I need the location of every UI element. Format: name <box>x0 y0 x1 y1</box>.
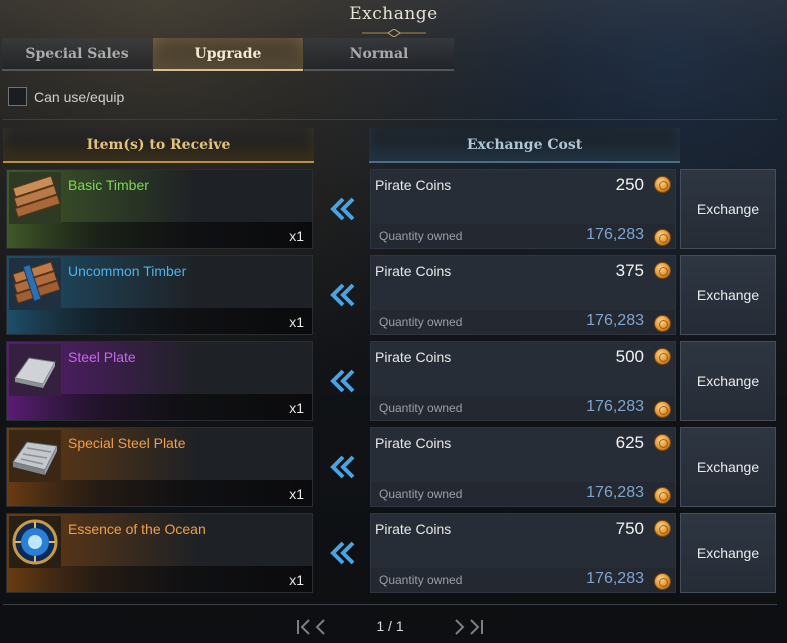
special-steel-plate-icon <box>9 430 61 482</box>
pirate-coin-icon <box>654 487 671 504</box>
reward-item-card[interactable]: Special Steel Plate x1 <box>6 427 313 507</box>
reward-item-card[interactable]: Steel Plate x1 <box>6 341 313 421</box>
page-indicator: 1 / 1 <box>376 618 404 634</box>
double-chevron-left-icon <box>325 193 357 225</box>
quantity-owned-value: 176,283 <box>586 398 644 415</box>
cost-card: Pirate Coins 500 Quantity owned 176,283 <box>370 341 676 421</box>
essence-of-ocean-icon <box>9 516 61 568</box>
exchange-window: Exchange Special Sales Upgrade Normal Ca… <box>0 0 787 643</box>
item-footer <box>7 394 312 420</box>
divider <box>3 119 777 120</box>
exchange-row: Steel Plate x1 Pirate Coins 500 Quantity own… <box>0 341 787 421</box>
item-name: Basic Timber <box>68 177 149 193</box>
tab-special-sales[interactable]: Special Sales <box>2 38 152 71</box>
cost-card: Pirate Coins 375 Quantity owned 176,283 <box>370 255 676 335</box>
pagination: 1 / 1 <box>0 618 787 638</box>
cost-amount: 375 <box>615 261 644 280</box>
divider <box>3 604 777 605</box>
page-first-icon[interactable] <box>296 618 328 636</box>
window-title: Exchange <box>349 4 438 24</box>
quantity-owned-value: 176,283 <box>586 226 644 243</box>
quantity-owned-value: 176,283 <box>586 484 644 501</box>
cost-currency-name: Pirate Coins <box>375 263 452 279</box>
quantity-owned-label: Quantity owned <box>379 401 463 415</box>
item-name: Essence of the Ocean <box>68 521 206 537</box>
tab-upgrade[interactable]: Upgrade <box>153 38 303 71</box>
pirate-coin-icon <box>654 229 671 246</box>
quantity-owned-label: Quantity owned <box>379 573 463 587</box>
cost-currency-name: Pirate Coins <box>375 177 452 193</box>
steel-plate-icon <box>9 344 61 396</box>
tab-normal[interactable]: Normal <box>304 38 454 71</box>
reward-item-card[interactable]: Essence of the Ocean x1 <box>6 513 313 593</box>
item-quantity: x1 <box>289 486 304 502</box>
double-chevron-left-icon <box>325 537 357 569</box>
double-chevron-left-icon <box>325 365 357 397</box>
cost-card: Pirate Coins 250 Quantity owned 176,283 <box>370 169 676 249</box>
cost-column-header: Exchange Cost <box>369 128 680 163</box>
cost-card: Pirate Coins 625 Quantity owned 176,283 <box>370 427 676 507</box>
exchange-button[interactable]: Exchange <box>680 169 776 249</box>
can-use-label: Can use/equip <box>34 88 125 105</box>
cost-currency-name: Pirate Coins <box>375 435 452 451</box>
reward-item-card[interactable]: Uncommon Timber x1 <box>6 255 313 335</box>
pirate-coin-icon <box>654 348 671 365</box>
item-name: Special Steel Plate <box>68 435 186 451</box>
item-quantity: x1 <box>289 572 304 588</box>
basic-timber-icon <box>9 172 61 224</box>
exchange-button[interactable]: Exchange <box>680 255 776 335</box>
cost-amount: 750 <box>615 519 644 538</box>
cost-currency-name: Pirate Coins <box>375 521 452 537</box>
item-quantity: x1 <box>289 228 304 244</box>
cost-amount: 625 <box>615 433 644 452</box>
item-footer <box>7 222 312 248</box>
item-footer <box>7 308 312 334</box>
can-use-checkbox[interactable] <box>8 87 27 106</box>
exchange-row: Essence of the Ocean x1 Pirate Coins 750 Qua… <box>0 513 787 593</box>
pirate-coin-icon <box>654 401 671 418</box>
title-ornament-icon <box>362 29 426 37</box>
exchange-button[interactable]: Exchange <box>680 341 776 421</box>
receive-column-header: Item(s) to Receive <box>3 128 314 163</box>
pirate-coin-icon <box>654 573 671 590</box>
exchange-row: Basic Timber x1 Pirate Coins 250 Quantity ow… <box>0 169 787 249</box>
pirate-coin-icon <box>654 176 671 193</box>
can-use-filter: Can use/equip <box>8 87 124 106</box>
quantity-owned-label: Quantity owned <box>379 487 463 501</box>
exchange-button[interactable]: Exchange <box>680 513 776 593</box>
cost-card: Pirate Coins 750 Quantity owned 176,283 <box>370 513 676 593</box>
exchange-button[interactable]: Exchange <box>680 427 776 507</box>
quantity-owned-value: 176,283 <box>586 570 644 587</box>
pirate-coin-icon <box>654 434 671 451</box>
pirate-coin-icon <box>654 520 671 537</box>
quantity-owned-label: Quantity owned <box>379 229 463 243</box>
double-chevron-left-icon <box>325 451 357 483</box>
exchange-row: Uncommon Timber x1 Pirate Coins 375 Quantity… <box>0 255 787 335</box>
cost-currency-name: Pirate Coins <box>375 349 452 365</box>
uncommon-timber-icon <box>9 258 61 310</box>
item-footer <box>7 566 312 592</box>
tab-bar: Special Sales Upgrade Normal <box>2 38 455 71</box>
cost-amount: 500 <box>615 347 644 366</box>
quantity-owned-label: Quantity owned <box>379 315 463 329</box>
item-name: Uncommon Timber <box>68 263 187 279</box>
double-chevron-left-icon <box>325 279 357 311</box>
item-quantity: x1 <box>289 314 304 330</box>
cost-amount: 250 <box>615 175 644 194</box>
item-name: Steel Plate <box>68 349 136 365</box>
pirate-coin-icon <box>654 315 671 332</box>
exchange-row: Special Steel Plate x1 Pirate Coins 625 Quan… <box>0 427 787 507</box>
quantity-owned-value: 176,283 <box>586 312 644 329</box>
pirate-coin-icon <box>654 262 671 279</box>
item-footer <box>7 480 312 506</box>
reward-item-card[interactable]: Basic Timber x1 <box>6 169 313 249</box>
page-last-icon[interactable] <box>452 618 484 636</box>
item-quantity: x1 <box>289 400 304 416</box>
